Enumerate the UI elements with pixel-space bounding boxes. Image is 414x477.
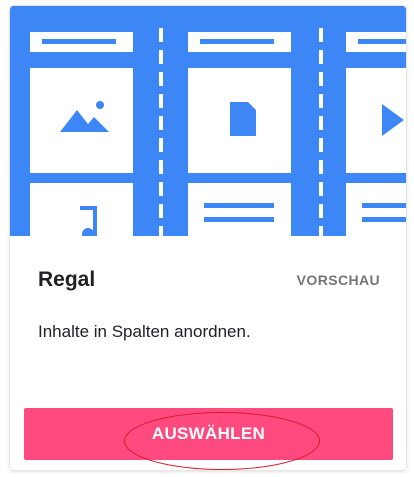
select-button-label: AUSWÄHLEN <box>151 424 266 443</box>
card-title: Regal <box>38 268 96 291</box>
select-button[interactable]: AUSWÄHLEN <box>24 408 393 470</box>
template-card: Regal VORSCHAU Inhalte in Spalten anordn… <box>10 6 406 470</box>
document-icon <box>230 102 256 136</box>
card-description: Inhalte in Spalten anordnen. <box>38 322 251 341</box>
template-preview-image <box>10 6 406 236</box>
preview-link[interactable]: VORSCHAU <box>297 272 380 288</box>
